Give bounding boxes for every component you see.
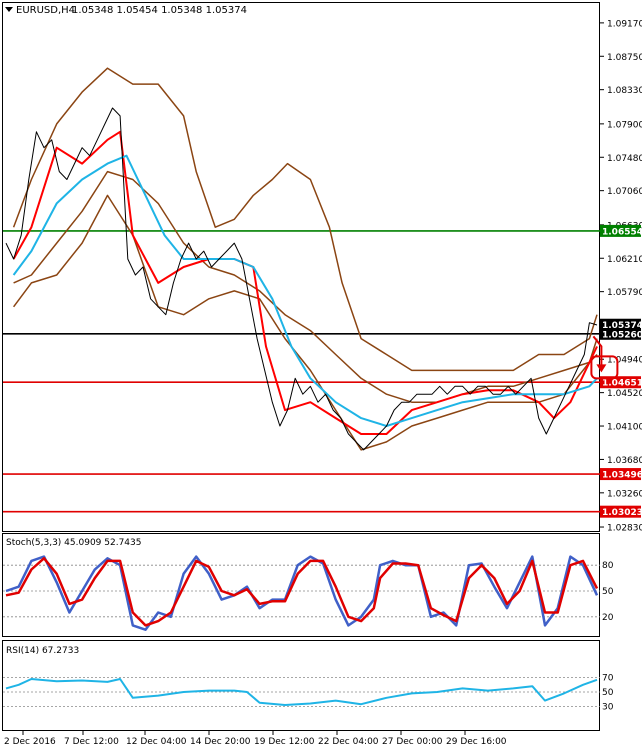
y-tick-label: 1.07480: [607, 154, 642, 164]
x-tick-label: 14 Dec 20:00: [190, 737, 251, 747]
level-price-label: 1.05260: [602, 330, 642, 340]
rsi-tick-label: 50: [602, 688, 614, 698]
symbol-label: EURUSD,H4: [16, 5, 75, 16]
y-tick-label: 1.02830: [607, 524, 642, 534]
stoch-title: Stoch(5,3,3) 45.0909 52.7435: [6, 538, 141, 548]
stoch-tick-label: 80: [602, 561, 614, 571]
y-tick-label: 1.03260: [607, 489, 642, 499]
rsi-tick-label: 70: [602, 674, 614, 684]
y-tick-label: 1.07900: [607, 120, 642, 130]
y-tick-label: 1.06210: [607, 255, 642, 265]
level-price-label: 1.03496: [602, 471, 642, 481]
y-tick-label: 1.08330: [607, 86, 642, 96]
y-tick-label: 1.04520: [607, 389, 642, 399]
y-tick-label: 1.05790: [607, 288, 642, 298]
y-tick-label: 1.07060: [607, 187, 642, 197]
y-tick-label: 1.09170: [607, 19, 642, 29]
rsi-title: RSI(14) 67.2733: [6, 646, 79, 656]
level-price-label: 1.03023: [602, 508, 642, 518]
x-tick-label: 29 Dec 16:00: [446, 737, 507, 747]
level-price-label: 1.06554: [602, 227, 642, 237]
y-tick-label: 1.03680: [607, 456, 642, 466]
y-tick-label: 1.08750: [607, 53, 642, 63]
x-tick-label: 22 Dec 04:00: [318, 737, 379, 747]
x-tick-label: 27 Dec 00:00: [382, 737, 443, 747]
x-tick-label: 12 Dec 04:00: [126, 737, 187, 747]
rsi-tick-label: 30: [602, 702, 614, 712]
x-tick-label: 19 Dec 12:00: [254, 737, 315, 747]
x-tick-label: 7 Dec 12:00: [64, 737, 119, 747]
stoch-tick-label: 50: [602, 587, 614, 597]
stoch-tick-label: 20: [602, 613, 614, 623]
ohlc-values: 1.05348 1.05454 1.05348 1.05374: [72, 5, 247, 16]
level-price-label: 1.04651: [602, 379, 642, 389]
current-price-label: 1.05374: [602, 321, 642, 331]
x-tick-label: 2 Dec 2016: [4, 737, 56, 747]
chart-svg: 1.09170 1.08750 1.08330 1.07900 1.07480 1.070…: [0, 0, 642, 751]
y-tick-label: 1.04100: [607, 423, 642, 433]
